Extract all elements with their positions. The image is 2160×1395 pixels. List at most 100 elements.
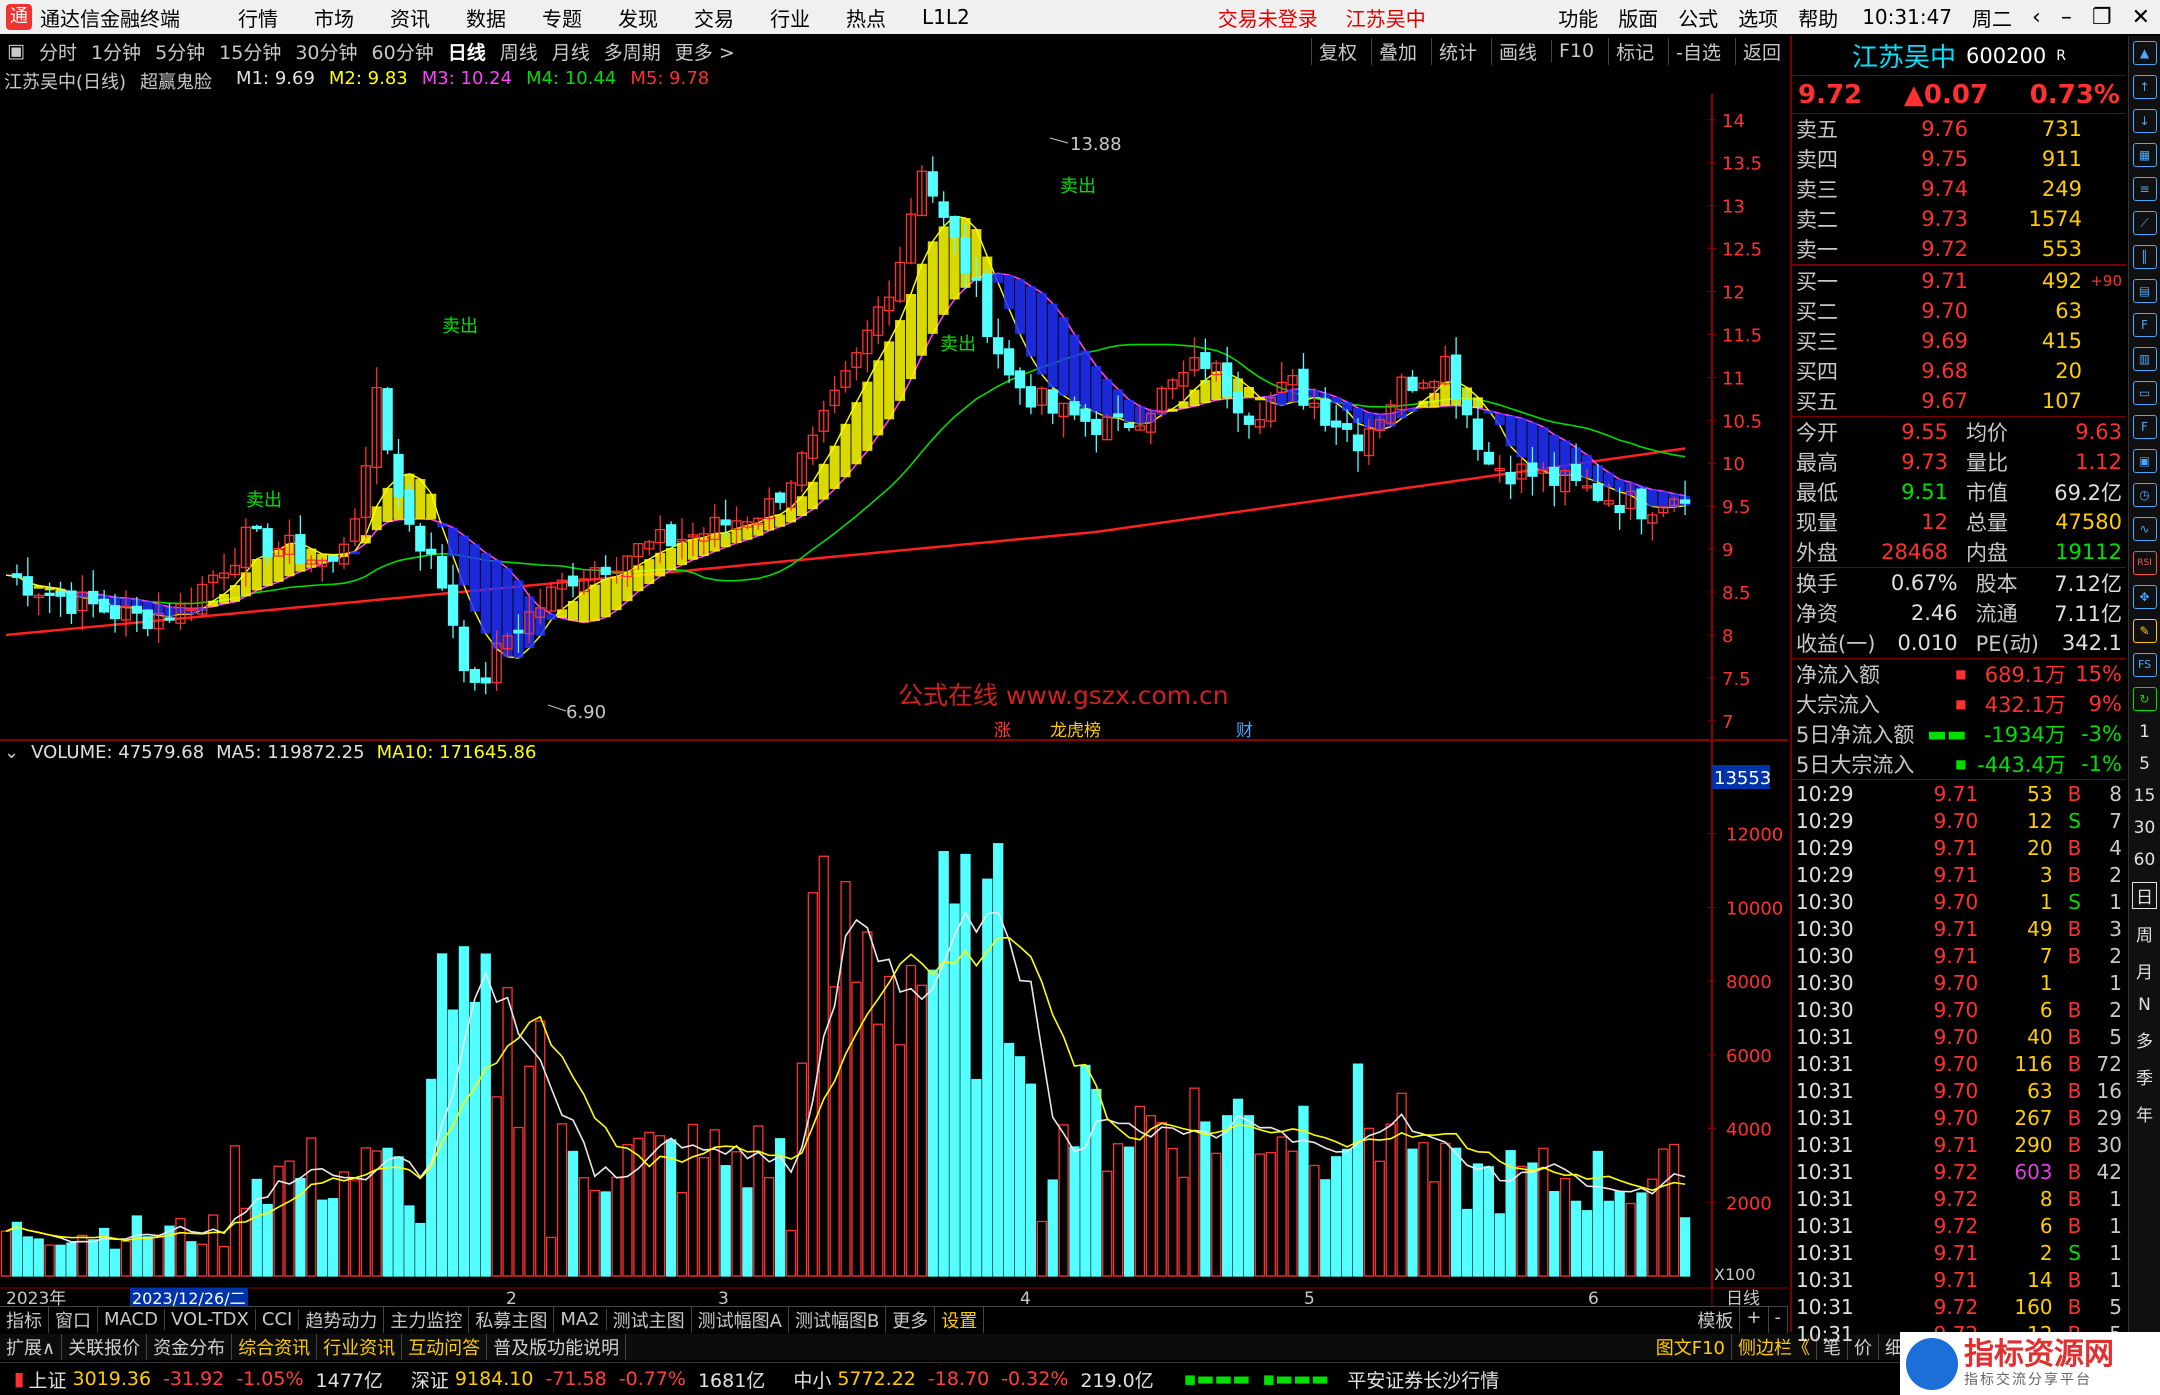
candle-body[interactable]	[251, 525, 262, 530]
volume-bar[interactable]	[611, 1176, 622, 1277]
volume-bar[interactable]	[1527, 1162, 1538, 1277]
volume-bar[interactable]	[578, 1177, 590, 1277]
candle-body[interactable]	[1243, 415, 1255, 425]
pen-icon[interactable]: ✎	[2132, 619, 2157, 643]
add-window-button[interactable]: +	[1740, 1307, 1769, 1333]
volume-bar[interactable]	[1614, 1191, 1625, 1277]
volume-bar[interactable]	[971, 1078, 982, 1277]
menu-news[interactable]: 资讯	[390, 3, 430, 32]
f10-icon[interactable]: F	[2132, 313, 2157, 337]
candle-body[interactable]	[1123, 422, 1135, 429]
volume-bar[interactable]	[1363, 1127, 1375, 1277]
candle-body[interactable]	[927, 171, 938, 197]
volume-bar[interactable]	[1603, 1200, 1614, 1277]
candle-body[interactable]	[1014, 370, 1026, 389]
candle-body[interactable]	[960, 237, 971, 274]
volume-bar[interactable]	[1112, 1143, 1124, 1277]
volume-bar[interactable]	[1200, 1121, 1211, 1277]
volume-bar[interactable]	[1374, 1160, 1385, 1277]
info-tab-funds[interactable]: 资金分布	[147, 1334, 233, 1360]
volume-bar[interactable]	[1407, 1148, 1418, 1277]
volume-bar[interactable]	[66, 1242, 77, 1277]
menu-data[interactable]: 数据	[466, 3, 506, 32]
down-arrow-icon[interactable]: ↓	[2132, 109, 2157, 133]
menu-help[interactable]: 帮助	[1798, 3, 1838, 32]
candle-body[interactable]	[1527, 462, 1538, 477]
clock-icon[interactable]: ◷	[2132, 483, 2157, 507]
candle-body[interactable]	[1003, 348, 1015, 376]
volume-bar[interactable]	[1287, 1150, 1298, 1277]
volume-bar[interactable]	[916, 984, 928, 1277]
candle-body[interactable]	[1069, 401, 1080, 416]
volume-bar[interactable]	[360, 1147, 371, 1277]
volume-bar[interactable]	[665, 1139, 677, 1277]
collapse-icon[interactable]: ▲	[2132, 41, 2157, 65]
volume-bar[interactable]	[982, 878, 993, 1277]
buy-level[interactable]: 买二 9.70 63	[1792, 296, 2126, 326]
candle-body[interactable]	[567, 575, 579, 587]
volume-bar[interactable]	[295, 1177, 306, 1277]
candle-body[interactable]	[1200, 352, 1211, 369]
volume-bar[interactable]	[1385, 1123, 1396, 1277]
volume-collapse-icon[interactable]: ⌄	[4, 742, 19, 763]
volume-bar[interactable]	[1450, 1147, 1462, 1277]
volume-bar[interactable]	[1560, 1177, 1571, 1277]
volume-bar[interactable]	[567, 1150, 579, 1277]
ind-tab-settings[interactable]: 设置	[935, 1306, 985, 1333]
side-period-week[interactable]: 周	[2136, 921, 2153, 946]
volume-bar[interactable]	[415, 1222, 426, 1277]
volume-bar[interactable]	[938, 851, 949, 1277]
candle-body[interactable]	[1320, 398, 1331, 426]
candle-body[interactable]	[447, 584, 459, 626]
volume-bar[interactable]	[153, 1234, 164, 1277]
candle-body[interactable]	[1636, 488, 1647, 520]
volume-bar[interactable]	[1211, 1152, 1222, 1277]
buy-level[interactable]: 买三 9.69 415	[1792, 326, 2126, 356]
volume-bar[interactable]	[993, 843, 1004, 1277]
info-tab-qa[interactable]: 互动问答	[402, 1334, 488, 1360]
candle-body[interactable]	[720, 519, 731, 526]
volume-bar[interactable]	[251, 1178, 262, 1277]
volume-bar[interactable]	[753, 1125, 764, 1277]
volume-bar[interactable]	[447, 1009, 459, 1277]
candle-body[interactable]	[1331, 420, 1342, 428]
menu-options[interactable]: 选项	[1738, 3, 1778, 32]
menu-layout[interactable]: 版面	[1618, 3, 1658, 32]
volume-bar[interactable]	[698, 1156, 709, 1277]
minimize-icon[interactable]: –	[2061, 5, 2072, 30]
volume-bar[interactable]	[197, 1243, 208, 1277]
flow-row[interactable]: 5日大宗流入 ■ -443.4万 -1%	[1792, 749, 2126, 780]
candle-body[interactable]	[469, 668, 480, 683]
doc-icon[interactable]: ▭	[2132, 381, 2157, 405]
f10-button[interactable]: 图文F10	[1650, 1334, 1732, 1360]
candle-body[interactable]	[55, 590, 66, 597]
restore-icon[interactable]: ❐	[2092, 5, 2112, 30]
kline-icon[interactable]: ║	[2132, 245, 2157, 269]
volume-bar[interactable]	[229, 1145, 241, 1277]
volume-bar[interactable]	[1440, 1142, 1451, 1277]
info-tab-related[interactable]: 关联报价	[62, 1334, 148, 1360]
ind-tab-test-main[interactable]: 测试主图	[607, 1306, 692, 1333]
ind-tab-window[interactable]: 窗口	[49, 1306, 98, 1333]
candle-body[interactable]	[262, 528, 273, 557]
candle-body[interactable]	[1112, 413, 1124, 418]
volume-bar[interactable]	[1658, 1148, 1669, 1277]
volume-bar[interactable]	[546, 1236, 557, 1277]
bars-icon[interactable]: ▥	[2132, 347, 2157, 371]
candle-body[interactable]	[1472, 418, 1484, 450]
volume-bar[interactable]	[720, 1165, 731, 1277]
sell-level[interactable]: 卖二 9.73 1574	[1792, 204, 2126, 234]
price-volume-chart[interactable]: 14 13.5 13 12.5 12 11.5 11 10.5 10 9.5 9 8.5 8 7.5 7 1…	[0, 36, 1788, 1306]
candle-body[interactable]	[327, 555, 339, 562]
volume-bar[interactable]	[1036, 1220, 1047, 1277]
volume-bar[interactable]	[349, 1179, 361, 1277]
info-tab-industry-news[interactable]: 行业资讯	[317, 1334, 403, 1360]
candle-body[interactable]	[971, 277, 982, 281]
volume-bar[interactable]	[1331, 1156, 1342, 1277]
volume-bar[interactable]	[33, 1238, 44, 1277]
menu-formula[interactable]: 公式	[1678, 3, 1718, 32]
volume-bar[interactable]	[55, 1244, 66, 1277]
volume-bar[interactable]	[1254, 1153, 1266, 1277]
candle-body[interactable]	[1047, 389, 1058, 414]
side-period-30[interactable]: 30	[2134, 818, 2156, 838]
